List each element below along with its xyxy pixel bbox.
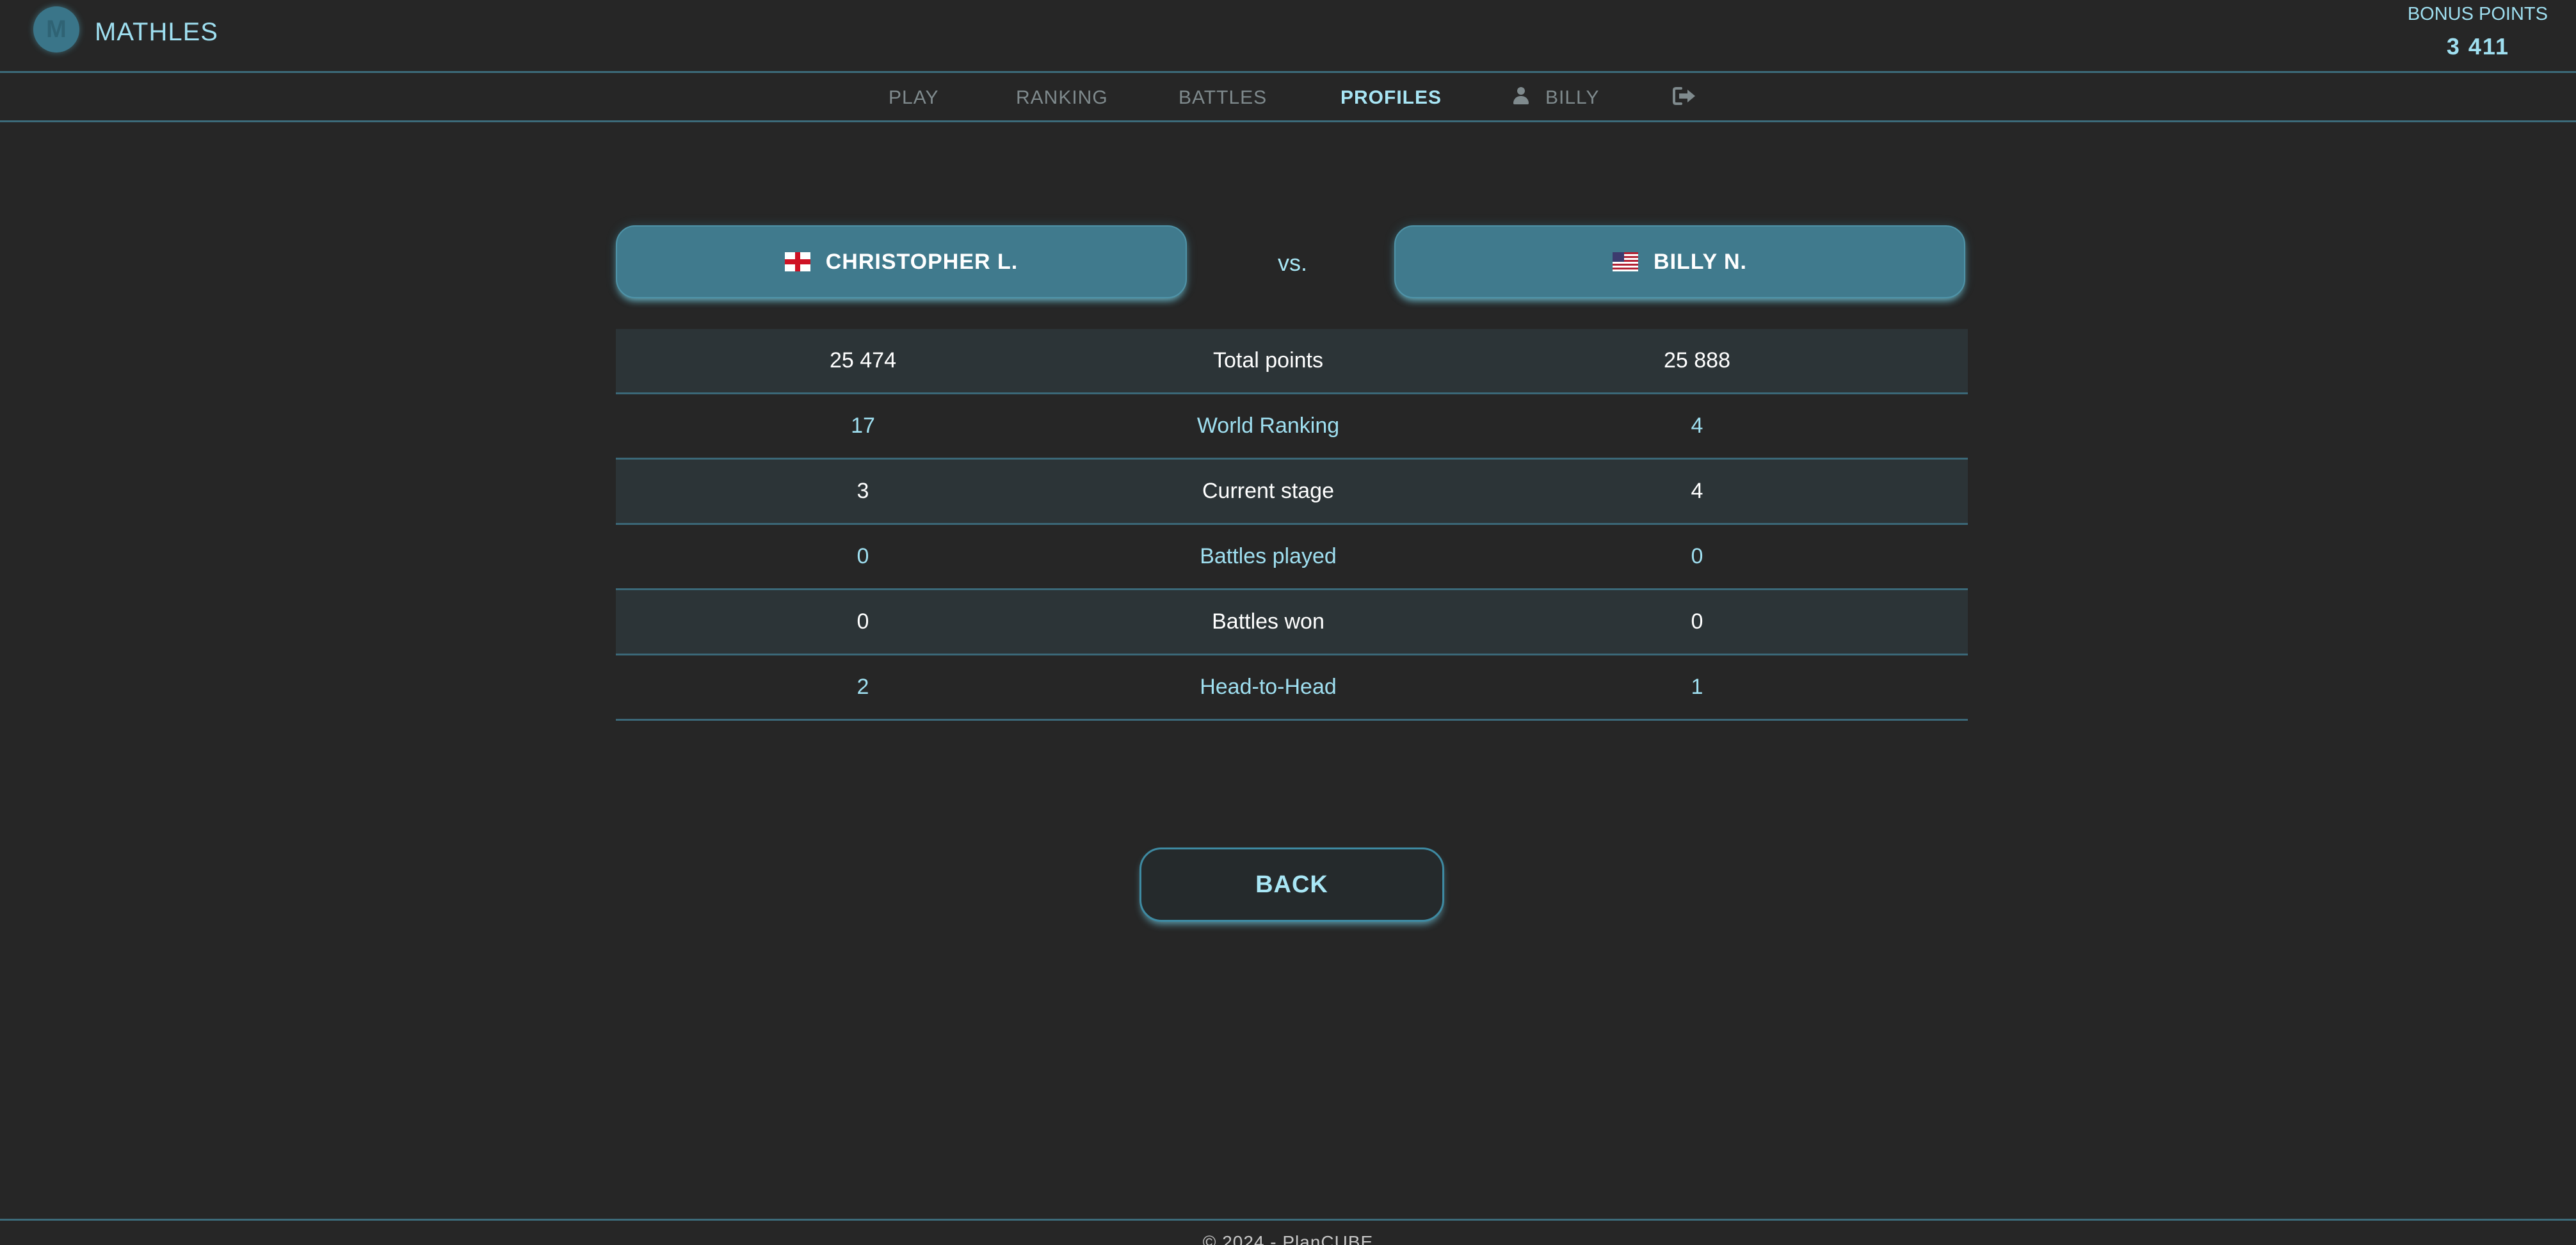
user-icon — [1513, 87, 1529, 105]
footer-copyright: © 2024 - PlanCUBE — [1202, 1232, 1374, 1245]
vs-label: vs. — [1278, 250, 1308, 276]
player1-battles-won: 0 — [857, 609, 869, 634]
stat-row-battles-won: 0 Battles won 0 — [616, 590, 1968, 655]
stat-row-current-stage: 3 Current stage 4 — [616, 460, 1968, 525]
player2-button[interactable]: BILLY N. — [1394, 225, 1965, 298]
app-logo[interactable]: M — [33, 6, 79, 52]
nav-user-label: BILLY — [1545, 87, 1600, 108]
stat-row-head-to-head: 2 Head-to-Head 1 — [616, 655, 1968, 721]
england-flag-icon — [784, 252, 810, 271]
stat-label-battles-won: Battles won — [1212, 609, 1324, 634]
player2-battles-won: 0 — [1691, 609, 1703, 634]
player2-battles-played: 0 — [1691, 544, 1703, 568]
player2-head-to-head: 1 — [1691, 675, 1703, 699]
nav-play[interactable]: PLAY — [889, 87, 939, 109]
app-header: M MATHLES BONUS POINTS 3 411 — [0, 0, 2576, 73]
player2-world-ranking: 4 — [1691, 414, 1703, 438]
player2-current-stage: 4 — [1691, 479, 1703, 503]
bonus-points-label: BONUS POINTS — [2407, 4, 2548, 24]
nav-battles[interactable]: BATTLES — [1179, 87, 1267, 109]
stats-table: 25 474 Total points 25 888 17 World Rank… — [616, 329, 1968, 721]
bonus-points-value: 3 411 — [2446, 33, 2509, 60]
player1-name: CHRISTOPHER L. — [825, 249, 1018, 274]
player2-total-points: 25 888 — [1664, 348, 1730, 373]
player1-battles-played: 0 — [857, 544, 869, 568]
app-title[interactable]: MATHLES — [95, 18, 218, 47]
stat-label-current-stage: Current stage — [1202, 479, 1334, 503]
logout-icon[interactable] — [1672, 86, 1698, 106]
player2-name: BILLY N. — [1654, 249, 1747, 274]
stat-label-total-points: Total points — [1213, 348, 1323, 373]
player1-total-points: 25 474 — [830, 348, 896, 373]
player1-current-stage: 3 — [857, 479, 869, 503]
back-button[interactable]: BACK — [1139, 847, 1444, 922]
player1-head-to-head: 2 — [857, 675, 869, 699]
usa-flag-icon — [1613, 252, 1639, 271]
nav-user[interactable]: BILLY — [1513, 87, 1600, 109]
player1-button[interactable]: CHRISTOPHER L. — [616, 225, 1187, 298]
nav-ranking[interactable]: RANKING — [1016, 87, 1108, 109]
stat-row-battles-played: 0 Battles played 0 — [616, 525, 1968, 590]
stat-row-world-ranking: 17 World Ranking 4 — [616, 394, 1968, 460]
stat-label-world-ranking: World Ranking — [1196, 414, 1340, 438]
nav-profiles[interactable]: PROFILES — [1340, 87, 1442, 109]
stat-label-head-to-head: Head-to-Head — [1200, 675, 1337, 699]
stat-row-total-points: 25 474 Total points 25 888 — [616, 329, 1968, 394]
player1-world-ranking: 17 — [851, 414, 875, 438]
stat-label-battles-played: Battles played — [1200, 544, 1337, 568]
page-footer: © 2024 - PlanCUBE — [0, 1219, 2576, 1245]
main-nav: PLAY RANKING BATTLES PROFILES BILLY — [0, 73, 2576, 122]
